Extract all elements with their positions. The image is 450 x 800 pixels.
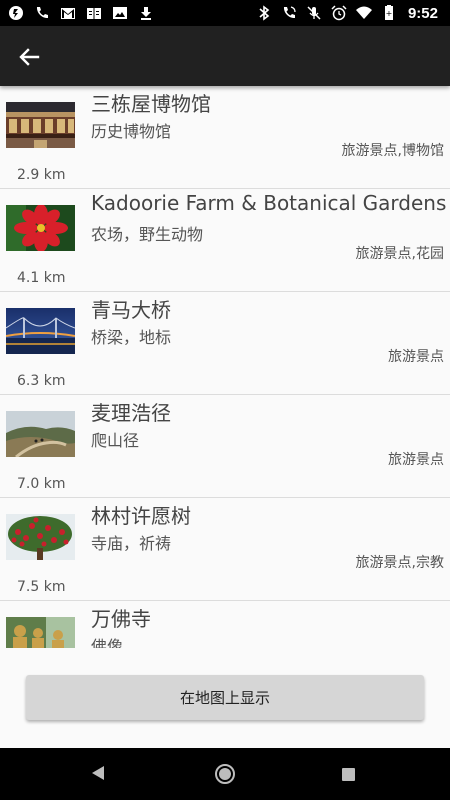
place-title: 青马大桥 <box>91 298 171 322</box>
clock: 9:52 <box>407 4 438 22</box>
show-on-map-button[interactable]: 在地图上显示 <box>26 675 424 720</box>
place-distance: 7.5 km <box>17 579 66 595</box>
bridge-thumbnail <box>6 308 75 354</box>
place-category: 旅游景点,花园 <box>355 246 444 262</box>
list-item[interactable]: 万佛寺 佛像 <box>0 601 450 648</box>
app-icon <box>9 6 23 20</box>
battery-icon: + <box>384 5 393 20</box>
image-icon <box>113 7 127 19</box>
bottom-panel: 在地图上显示 <box>0 648 450 748</box>
museum-thumbnail <box>6 102 75 148</box>
list-item[interactable]: 三栋屋博物馆 历史博物馆 旅游景点,博物馆 2.9 km <box>0 86 450 189</box>
place-title: 三栋屋博物馆 <box>91 92 211 116</box>
wifi-calling-icon <box>283 6 296 19</box>
nav-home-icon[interactable] <box>214 763 236 785</box>
places-list[interactable]: 三栋屋博物馆 历史博物馆 旅游景点,博物馆 2.9 km Kadoorie Fa… <box>0 86 450 648</box>
place-subtitle: 爬山径 <box>91 431 140 450</box>
place-category: 旅游景点,博物馆 <box>341 143 444 159</box>
place-title: 麦理浩径 <box>91 401 171 425</box>
place-subtitle: 农场，野生动物 <box>91 225 204 244</box>
place-title: 林村许愿树 <box>91 504 191 528</box>
wifi-icon <box>355 6 372 19</box>
place-distance: 7.0 km <box>17 476 66 492</box>
place-category: 旅游景点 <box>388 349 444 365</box>
place-subtitle: 寺庙，祈祷 <box>91 534 172 553</box>
mic-off-icon <box>307 6 321 20</box>
list-item[interactable]: 青马大桥 桥梁，地标 旅游景点 6.3 km <box>0 292 450 395</box>
bluetooth-icon <box>259 5 270 21</box>
place-distance: 6.3 km <box>17 373 66 389</box>
nav-back-icon[interactable] <box>91 765 105 781</box>
list-item[interactable]: Kadoorie Farm & Botanical Gardens 农场，野生动… <box>0 189 450 292</box>
place-distance: 4.1 km <box>17 270 66 286</box>
place-subtitle: 历史博物馆 <box>91 122 172 141</box>
list-item[interactable]: 麦理浩径 爬山径 旅游景点 7.0 km <box>0 395 450 498</box>
download-icon <box>141 7 151 20</box>
list-item[interactable]: 林村许愿树 寺庙，祈祷 旅游景点,宗教 7.5 km <box>0 498 450 601</box>
back-arrow-icon[interactable] <box>14 42 44 72</box>
status-bar: + 9:52 <box>0 0 450 26</box>
wishing-tree-thumbnail <box>6 514 75 560</box>
trail-thumbnail <box>6 411 75 457</box>
place-category: 旅游景点 <box>388 452 444 468</box>
system-nav-bar <box>0 748 450 800</box>
phone-icon <box>36 7 48 19</box>
alarm-icon <box>331 5 347 21</box>
flower-thumbnail <box>6 205 75 251</box>
place-category: 旅游景点,宗教 <box>355 555 444 571</box>
place-title: Kadoorie Farm & Botanical Gardens <box>91 191 447 215</box>
nav-recents-icon[interactable] <box>342 768 355 781</box>
app-bar <box>0 26 450 86</box>
place-title: 万佛寺 <box>91 607 151 631</box>
buddha-thumbnail <box>6 617 75 648</box>
svg-text:+: + <box>386 9 393 18</box>
place-subtitle: 桥梁，地标 <box>91 328 172 347</box>
place-distance: 2.9 km <box>17 167 66 183</box>
book-icon <box>87 8 101 19</box>
place-subtitle: 佛像 <box>91 637 124 648</box>
gmail-icon <box>61 8 75 19</box>
